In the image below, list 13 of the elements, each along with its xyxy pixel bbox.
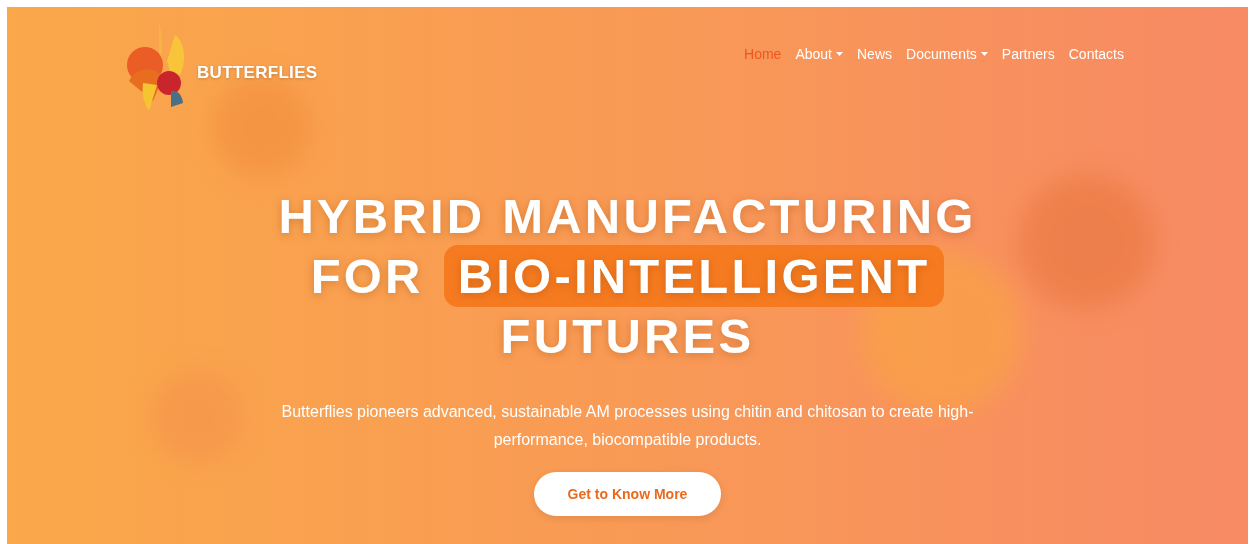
nav-link[interactable]: Contacts <box>1068 46 1124 62</box>
description-text: Butterflies pioneers advanced, sustainable AM processes using chitin and chitosan to create high-performance, biocompatible products. <box>280 402 975 450</box>
nav-link[interactable]: News <box>857 46 892 62</box>
logo-text[interactable]: BUTTERFLIES <box>197 63 318 83</box>
nav-link[interactable]: Home <box>744 46 782 62</box>
get-to-know-more-button[interactable]: Get to Know More <box>534 472 721 516</box>
highlighted-headline-text: BIO-INTELLIGENT <box>443 245 945 307</box>
nav-link[interactable]: Partners <box>1001 46 1055 62</box>
nav-link[interactable]: Documents <box>906 46 988 62</box>
headline-text: FUTURES <box>500 308 755 365</box>
headline-text: FOR <box>310 248 424 305</box>
headline-text: HYBRID MANUFACTURING <box>278 188 977 245</box>
nav-link[interactable]: About <box>795 46 843 62</box>
